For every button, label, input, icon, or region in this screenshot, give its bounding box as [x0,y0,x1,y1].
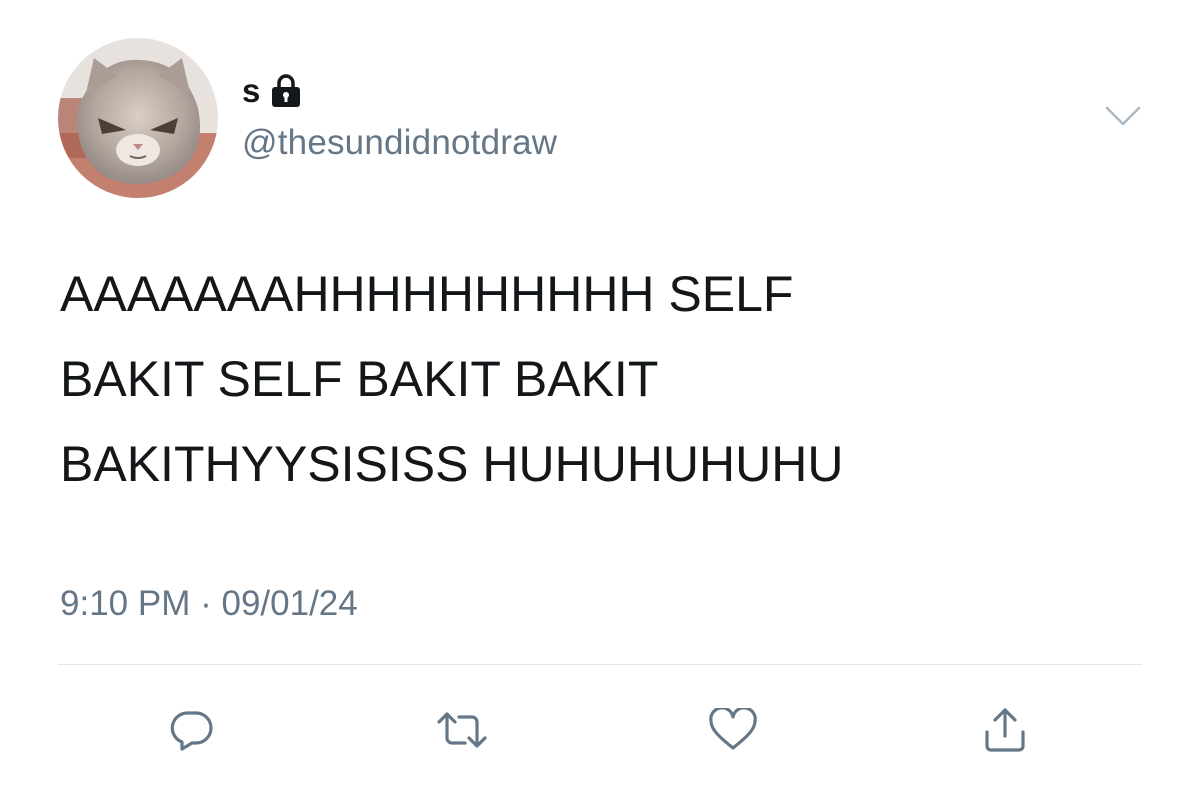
tweet-timestamp[interactable]: 9:10 PM · 09/01/24 [60,580,358,628]
display-name-row: s [242,74,302,108]
chevron-down-icon[interactable] [1104,100,1142,132]
lock-icon [272,74,301,107]
tweet-date: 09/01/24 [221,584,358,623]
divider [58,664,1142,665]
share-button[interactable] [975,703,1035,757]
meta-separator: · [200,584,212,623]
tweet-time: 9:10 PM [60,584,191,623]
retweet-icon [437,712,487,748]
tweet-card: s @thesundidnotdraw AAAAAAAHHHHHHHHHH SE… [0,0,1200,793]
avatar[interactable] [58,38,218,198]
display-name[interactable]: s [242,74,260,108]
heart-icon [709,708,757,750]
reply-icon [170,711,213,751]
user-handle[interactable]: @thesundidnotdraw [242,121,557,165]
retweet-button[interactable] [432,703,492,757]
reply-button[interactable] [162,703,222,757]
tweet-text: AAAAAAAHHHHHHHHHH SELF BAKIT SELF BAKIT … [60,266,844,492]
like-button[interactable] [703,703,763,757]
share-icon [985,708,1025,752]
